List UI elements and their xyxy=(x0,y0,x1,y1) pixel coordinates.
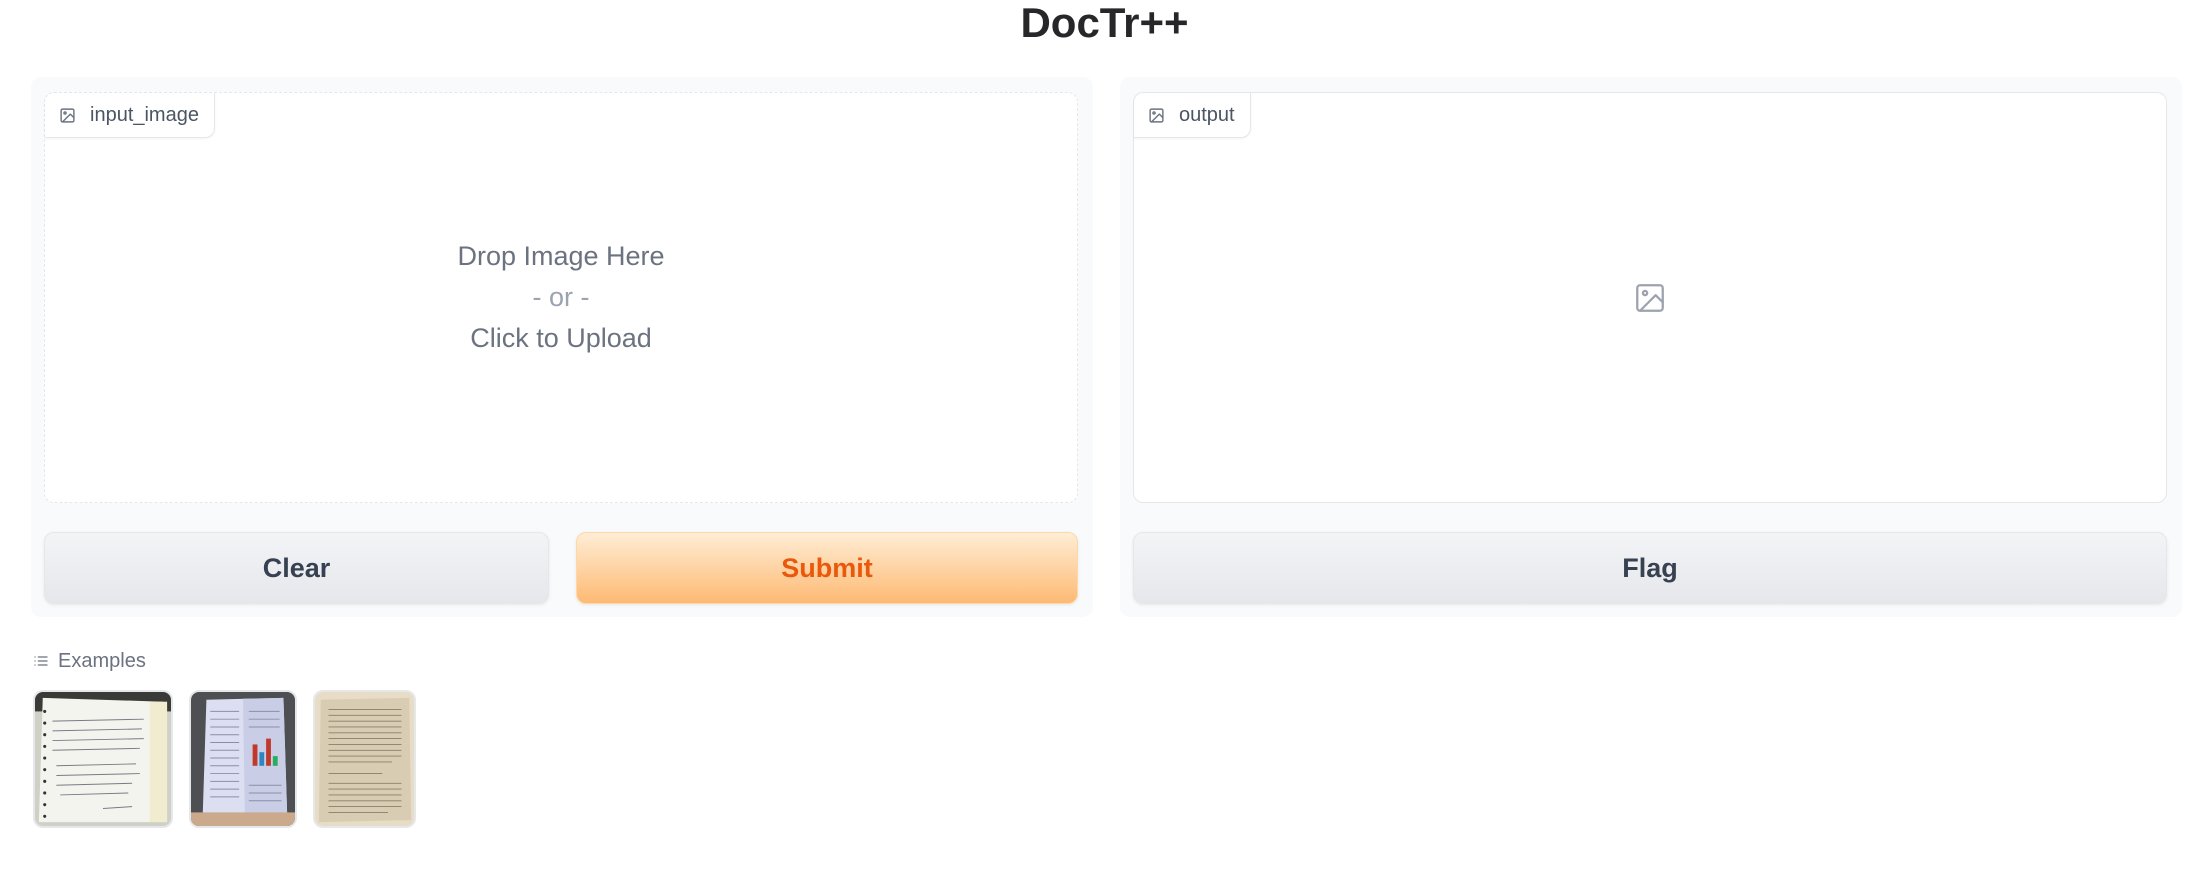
output-image-area: output xyxy=(1133,92,2167,503)
upload-instructions: Drop Image Here - or - Click to Upload xyxy=(45,93,1077,502)
or-separator: - or - xyxy=(532,282,590,312)
example-thumbnail-printed-page[interactable] xyxy=(313,690,416,828)
image-icon xyxy=(1149,107,1164,123)
image-upload-dropzone[interactable]: input_image Drop Image Here - or - Click… xyxy=(44,92,1078,503)
output-panel: output Flag xyxy=(1120,77,2182,617)
handwritten-notebook-image xyxy=(35,692,171,826)
submit-button[interactable]: Submit xyxy=(576,532,1078,604)
input-panel: input_image Drop Image Here - or - Click… xyxy=(31,77,1093,617)
folded-document-image xyxy=(191,692,295,826)
example-thumbnail-handwritten[interactable] xyxy=(33,690,173,828)
drop-image-text: Drop Image Here xyxy=(457,241,665,271)
example-thumbnail-folded-document[interactable] xyxy=(189,690,297,828)
examples-header: Examples xyxy=(33,648,146,674)
examples-label-text: Examples xyxy=(58,649,146,672)
output-label-text: output xyxy=(1179,103,1235,126)
click-to-upload-text: Click to Upload xyxy=(470,323,652,353)
list-icon xyxy=(34,656,48,666)
app-title: DocTr++ xyxy=(1020,0,1189,46)
printed-page-image xyxy=(315,692,414,826)
clear-button[interactable]: Clear xyxy=(44,532,549,604)
image-placeholder-icon xyxy=(1636,283,1664,312)
output-label: output xyxy=(1134,93,1251,138)
flag-button[interactable]: Flag xyxy=(1133,532,2167,604)
